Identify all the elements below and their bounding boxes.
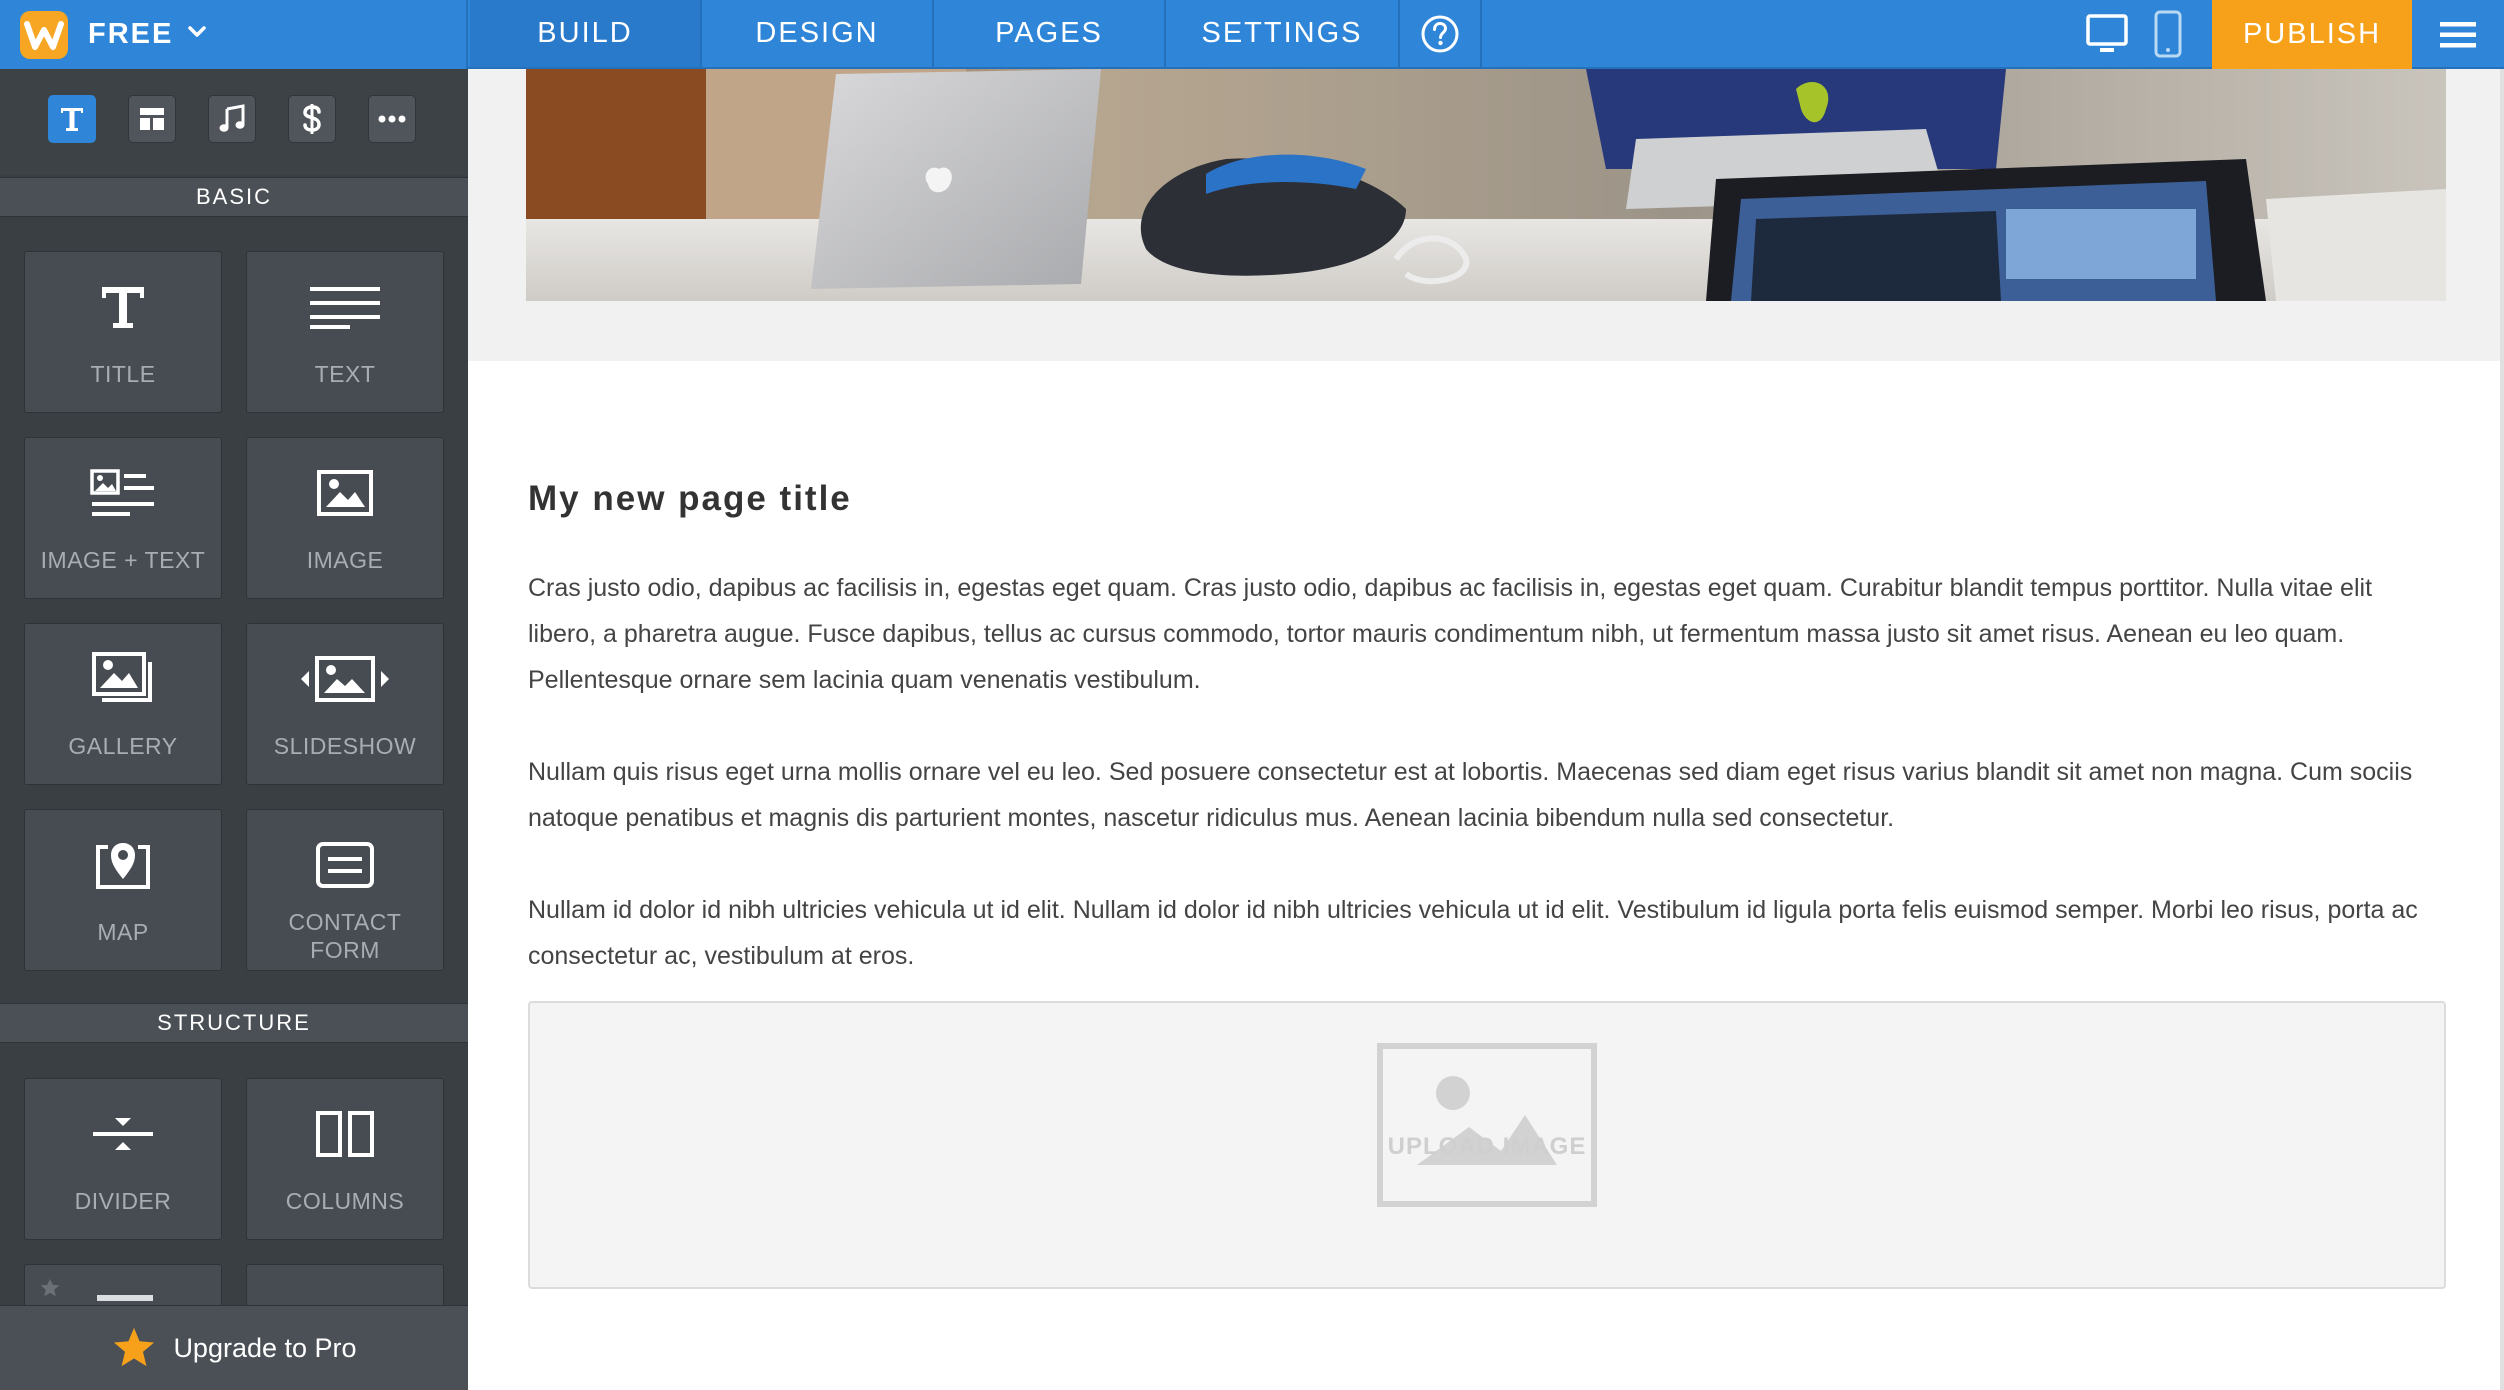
- element-contact-form[interactable]: CONTACT FORM: [246, 809, 444, 971]
- element-label: IMAGE: [306, 547, 384, 573]
- tab-design[interactable]: DESIGN: [702, 0, 934, 67]
- slideshow-icon: [301, 656, 389, 702]
- element-label: DIVIDER: [74, 1188, 172, 1214]
- element-label: GALLERY: [68, 733, 178, 759]
- category-more-button[interactable]: [368, 95, 416, 143]
- section-label: BASIC: [195, 184, 273, 209]
- element-label: MAP: [97, 919, 149, 945]
- image-text-icon: [90, 469, 154, 516]
- body-paragraph-2[interactable]: Nullam quis risus eget urna mollis ornar…: [528, 749, 2444, 841]
- tab-pages[interactable]: PAGES: [934, 0, 1166, 67]
- tab-label: PAGES: [995, 17, 1103, 49]
- image-icon: [317, 470, 373, 516]
- top-toolbar: FREE BUILD DESIGN PAGES SETTINGS PUBLISH: [0, 0, 2504, 69]
- element-label: SLIDESHOW: [273, 733, 417, 759]
- elements-sidebar: BASIC TITLE TEXT IMAGE + TEXT IMAGE GALL…: [0, 69, 468, 1390]
- image-placeholder-icon: [1377, 1043, 1597, 1207]
- upload-image-label: UPLOAD IMAGE: [1387, 1133, 1587, 1160]
- category-commerce-button[interactable]: [288, 95, 336, 143]
- title-icon: [102, 287, 144, 328]
- section-label: STRUCTURE: [157, 1010, 311, 1035]
- section-basic-header: BASIC: [0, 177, 468, 217]
- text-icon: [61, 108, 83, 131]
- columns-icon: [316, 1111, 374, 1157]
- element-image-text[interactable]: IMAGE + TEXT: [24, 437, 222, 599]
- weebly-logo-icon: [20, 10, 68, 59]
- help-button[interactable]: [1400, 0, 1482, 67]
- contact-form-icon: [316, 842, 374, 888]
- publish-button[interactable]: PUBLISH: [2212, 0, 2412, 69]
- desktop-view-button[interactable]: [2082, 0, 2132, 67]
- section-structure-header: STRUCTURE: [0, 1003, 468, 1043]
- header-photo-image: [526, 69, 2446, 301]
- tab-label: SETTINGS: [1201, 17, 1363, 49]
- element-divider[interactable]: DIVIDER: [24, 1078, 222, 1240]
- plan-selector[interactable]: FREE: [0, 0, 468, 69]
- upgrade-to-pro-button[interactable]: Upgrade to Pro: [0, 1305, 468, 1390]
- element-gallery[interactable]: GALLERY: [24, 623, 222, 785]
- element-label: CONTACT FORM: [247, 908, 443, 964]
- canvas-scrollbar[interactable]: [2500, 69, 2504, 1390]
- category-layout-button[interactable]: [128, 95, 176, 143]
- element-slideshow[interactable]: SLIDESHOW: [246, 623, 444, 785]
- tab-build[interactable]: BUILD: [470, 0, 702, 67]
- more-icon: [378, 115, 406, 123]
- body-paragraph-3[interactable]: Nullam id dolor id nibh ultricies vehicu…: [528, 887, 2444, 979]
- page-title[interactable]: My new page title: [528, 479, 852, 519]
- element-text[interactable]: TEXT: [246, 251, 444, 413]
- element-label: TITLE: [90, 361, 156, 387]
- desktop-icon: [2086, 13, 2128, 52]
- plan-label: FREE: [88, 18, 174, 50]
- header-photo[interactable]: [526, 69, 2446, 301]
- category-basic-button[interactable]: [48, 95, 96, 143]
- element-label: IMAGE + TEXT: [40, 547, 206, 573]
- map-pin-icon: [96, 843, 150, 889]
- star-icon: [114, 1327, 155, 1367]
- tab-settings[interactable]: SETTINGS: [1166, 0, 1400, 67]
- tab-label: DESIGN: [755, 17, 879, 49]
- upgrade-label: Upgrade to Pro: [173, 1332, 357, 1363]
- category-bar: [0, 69, 468, 175]
- dollar-icon: [303, 104, 321, 134]
- element-label: TEXT: [314, 361, 376, 387]
- element-columns[interactable]: COLUMNS: [246, 1078, 444, 1240]
- hamburger-icon: [2440, 21, 2476, 47]
- element-image[interactable]: IMAGE: [246, 437, 444, 599]
- question-circle-icon: [1421, 15, 1459, 52]
- gallery-icon: [92, 652, 152, 702]
- element-map[interactable]: MAP: [24, 809, 222, 971]
- image-upload-placeholder[interactable]: UPLOAD IMAGE: [528, 1001, 2446, 1289]
- divider-icon: [93, 1118, 153, 1150]
- tab-label: BUILD: [537, 17, 633, 49]
- element-label-line1: CONTACT: [288, 909, 402, 935]
- mobile-icon: [2154, 10, 2182, 57]
- chevron-down-icon: [187, 25, 207, 44]
- element-pro-partial[interactable]: [24, 1264, 222, 1308]
- hamburger-menu-button[interactable]: [2412, 0, 2504, 69]
- music-note-icon: [219, 104, 245, 132]
- page-editor-canvas: My new page title Cras justo odio, dapib…: [468, 69, 2504, 1390]
- element-partial[interactable]: [246, 1264, 444, 1308]
- mobile-view-button[interactable]: [2148, 0, 2188, 67]
- text-lines-icon: [310, 287, 380, 329]
- layout-icon: [140, 108, 164, 130]
- element-icon-fragment: [97, 1295, 153, 1301]
- publish-label: PUBLISH: [2242, 18, 2382, 50]
- element-label-line2: FORM: [310, 937, 380, 963]
- body-paragraph-1[interactable]: Cras justo odio, dapibus ac facilisis in…: [528, 565, 2444, 703]
- element-title[interactable]: TITLE: [24, 251, 222, 413]
- category-media-button[interactable]: [208, 95, 256, 143]
- element-label: COLUMNS: [285, 1188, 405, 1214]
- star-icon: [40, 1278, 60, 1297]
